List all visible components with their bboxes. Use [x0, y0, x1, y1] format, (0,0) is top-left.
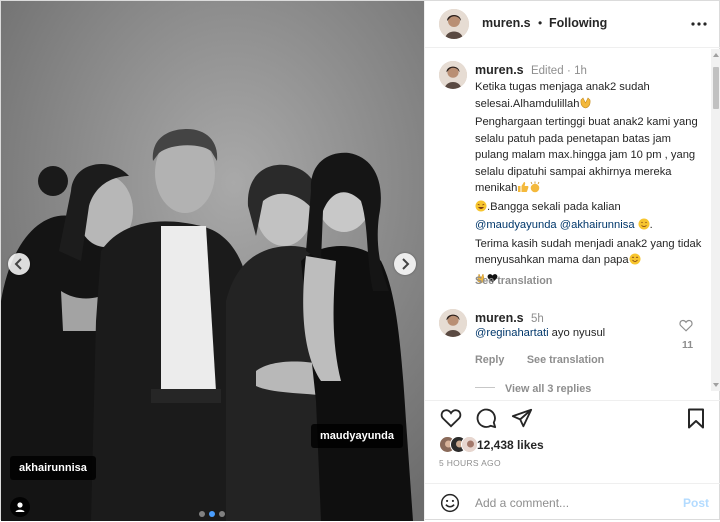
mention-reginahartati[interactable]: @reginahartati — [475, 327, 549, 339]
post-actions: 12,438 likes 5 HOURS AGO Post — [425, 400, 720, 521]
clapping-hands-emoji-icon — [529, 181, 541, 199]
tagged-users-button[interactable] — [10, 497, 30, 517]
caption-time: 1h — [574, 65, 587, 77]
add-comment-bar: Post — [425, 483, 720, 522]
comment-text: @reginahartati ayo nyusul — [475, 327, 605, 339]
carousel-prev-button[interactable] — [8, 253, 30, 275]
replies-divider — [475, 387, 495, 389]
comment-like-count: 11 — [682, 339, 694, 351]
carousel-next-button[interactable] — [394, 253, 416, 275]
share-icon — [511, 408, 533, 428]
emoji-icon — [440, 493, 460, 513]
view-replies-button[interactable]: View all 3 replies — [475, 379, 591, 397]
header-separator: • — [538, 16, 543, 30]
hugging-emoji-icon — [638, 218, 650, 236]
comments-list[interactable]: muren.s Edited · 1h Ketika tugas menjaga… — [425, 49, 720, 399]
chevron-left-icon — [14, 258, 22, 270]
avatar[interactable] — [439, 9, 469, 39]
edited-label: Edited — [530, 65, 564, 77]
caption-line-1: Ketika tugas menjaga anak2 sudah selesai… — [475, 81, 650, 110]
comment-meta: muren.s 5h — [475, 311, 544, 325]
reply-button[interactable]: Reply — [475, 354, 504, 366]
more-horizontal-icon — [691, 22, 707, 26]
post-photo[interactable]: akhairunnisa maudyayunda — [1, 1, 424, 521]
bookmark-icon — [688, 408, 704, 429]
caption-username[interactable]: muren.s — [475, 63, 524, 77]
heart-outline-icon — [679, 319, 693, 332]
post-timestamp[interactable]: 5 HOURS AGO — [439, 458, 501, 468]
laughing-emoji-icon — [475, 200, 487, 218]
user-tag-akhairunnisa[interactable]: akhairunnisa — [10, 456, 96, 480]
comment-button[interactable] — [475, 407, 497, 434]
post-sidebar: muren.s • Following muren.s Edited · 1h … — [424, 1, 720, 521]
caption-line-2: Penghargaan tertinggi buat anak2 kami ya… — [475, 116, 698, 194]
user-tag-label: akhairunnisa — [19, 462, 87, 474]
avatar[interactable] — [439, 309, 467, 337]
carousel-dot — [199, 511, 205, 517]
comment-see-translation[interactable]: See translation — [527, 354, 604, 366]
comment-actions: Reply See translation — [475, 350, 604, 368]
like-button[interactable] — [440, 408, 462, 433]
liker-avatar[interactable] — [461, 436, 478, 453]
emoji-picker-button[interactable] — [440, 493, 460, 518]
comment-input[interactable] — [475, 496, 675, 510]
carousel-dot-active — [209, 511, 215, 517]
carousel-dot — [219, 511, 225, 517]
smiling-emoji-icon — [629, 253, 641, 271]
comment-time: 5h — [530, 313, 544, 325]
person-icon — [15, 502, 25, 512]
comment-icon — [476, 408, 497, 429]
caption-text: Ketika tugas menjaga anak2 sudah selesai… — [475, 79, 705, 289]
comment-like-button[interactable] — [679, 319, 693, 337]
post-header: muren.s • Following — [425, 1, 720, 48]
meta-dot: · — [566, 65, 571, 77]
view-replies-label: View all 3 replies — [505, 383, 592, 395]
save-button[interactable] — [687, 408, 705, 434]
following-button[interactable]: Following — [549, 16, 607, 30]
user-tag-label: maudyayunda — [320, 430, 394, 442]
chevron-right-icon — [402, 258, 410, 270]
share-button[interactable] — [511, 407, 533, 434]
scroll-up-arrow-icon[interactable] — [713, 53, 719, 57]
likes-count[interactable]: 12,438 likes — [477, 438, 544, 452]
comment-username[interactable]: muren.s — [475, 311, 524, 325]
carousel-indicator — [199, 511, 225, 517]
post-comment-button[interactable]: Post — [683, 496, 709, 510]
comments-scrollbar[interactable] — [711, 49, 720, 391]
caption-see-translation[interactable]: See translation — [475, 275, 552, 287]
caption-line-4: Terima kasih sudah menjadi anak2 yang ti… — [475, 237, 702, 267]
scrollbar-thumb[interactable] — [713, 67, 719, 109]
thumbs-up-emoji-icon — [517, 181, 529, 199]
instagram-post-modal: akhairunnisa maudyayunda muren.s • Follo… — [0, 0, 720, 521]
avatar[interactable] — [439, 61, 467, 89]
mention-akhairunnisa[interactable]: @akhairunnisa — [560, 219, 635, 231]
scroll-down-arrow-icon[interactable] — [713, 383, 719, 387]
user-tag-maudyayunda[interactable]: maudyayunda — [311, 424, 403, 448]
comment-body: ayo nyusul — [551, 327, 606, 339]
caption-meta: muren.s Edited · 1h — [475, 63, 587, 77]
praying-hands-emoji-icon — [579, 96, 592, 115]
more-options-button[interactable] — [691, 17, 707, 27]
header-username[interactable]: muren.s — [482, 16, 531, 30]
caption-line-3: .Bangga sekali pada kalian — [487, 200, 621, 213]
mention-maudyayunda[interactable]: @maudyayunda — [475, 219, 557, 231]
heart-icon — [440, 409, 462, 428]
